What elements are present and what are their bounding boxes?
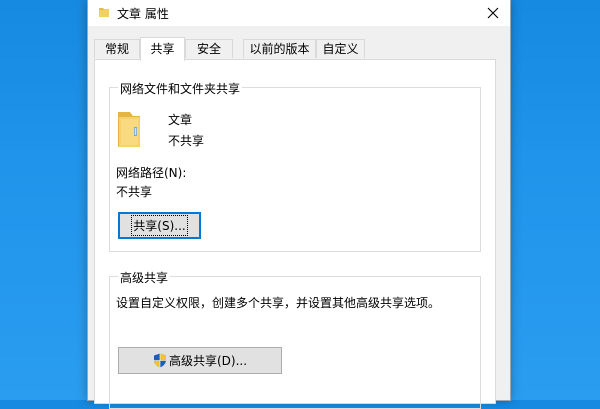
tab-previous-versions[interactable]: 以前的版本 <box>243 39 316 58</box>
tab-sharing[interactable]: 共享 <box>140 37 185 61</box>
advanced-sharing-button-label: 高级共享(D)... <box>168 354 248 368</box>
tab-security[interactable]: 安全 <box>185 39 233 58</box>
folder-share-status: 不共享 <box>168 134 205 148</box>
share-button[interactable]: 共享(S)... <box>118 212 201 239</box>
folder-icon <box>118 112 140 147</box>
folder-icon <box>99 8 109 17</box>
share-button-label: 共享(S)... <box>131 215 188 236</box>
title-bar[interactable]: 文章 属性 <box>88 0 510 26</box>
network-sharing-group: 网络文件和文件夹共享 文章 不共享 网络路径(N): 不共享 共享(S)... <box>109 80 481 252</box>
properties-dialog: 文章 属性 常规 共享 安全 以前的版本 自定义 网络文件和文件夹共享 文章 不… <box>88 0 510 409</box>
close-button[interactable] <box>476 0 510 26</box>
tab-general[interactable]: 常规 <box>94 39 140 58</box>
advanced-sharing-group-title: 高级共享 <box>118 269 171 286</box>
window-title: 文章 属性 <box>117 7 169 21</box>
network-path-value: 不共享 <box>116 185 153 199</box>
folder-name: 文章 <box>168 113 193 127</box>
advanced-sharing-button[interactable]: 高级共享(D)... <box>118 347 282 374</box>
network-sharing-group-title: 网络文件和文件夹共享 <box>118 80 243 97</box>
network-path-label: 网络路径(N): <box>116 166 187 180</box>
tab-customize[interactable]: 自定义 <box>316 39 365 58</box>
close-icon <box>487 7 499 19</box>
uac-shield-icon <box>153 353 166 368</box>
advanced-sharing-description: 设置自定义权限，创建多个共享，并设置其他高级共享选项。 <box>116 296 441 310</box>
advanced-sharing-group: 高级共享 设置自定义权限，创建多个共享，并设置其他高级共享选项。 高级共享(D)… <box>109 269 481 409</box>
sharing-tab-panel: 网络文件和文件夹共享 文章 不共享 网络路径(N): 不共享 共享(S)... … <box>94 59 496 409</box>
